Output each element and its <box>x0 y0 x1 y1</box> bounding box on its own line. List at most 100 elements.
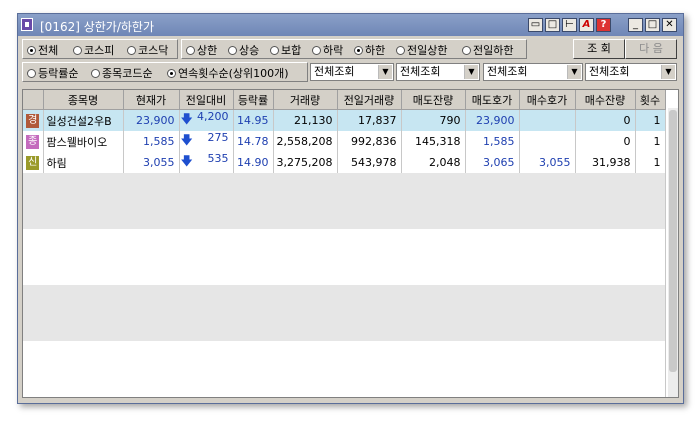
chevron-down-icon: ▼ <box>378 65 392 79</box>
radio-label: 코스피 <box>84 44 115 57</box>
ask-price-cell: 1,585 <box>465 131 520 152</box>
layout-icon[interactable]: ▭ <box>528 18 543 32</box>
radio-dot <box>27 45 36 55</box>
radio-type-lower[interactable]: 하한 <box>354 43 385 57</box>
table-row[interactable]: 신 하림 3,055 🡇 535 14.90 3,275,208 543,978 … <box>23 152 666 173</box>
empty-row <box>23 285 666 341</box>
help-icon[interactable]: ? <box>596 18 611 32</box>
empty-cell <box>23 341 666 397</box>
column-header[interactable] <box>23 90 44 110</box>
column-header[interactable]: 종목명 <box>43 90 124 110</box>
column-header[interactable]: 전일대비 <box>179 90 234 110</box>
column-header[interactable]: 현재가 <box>123 90 180 110</box>
down-arrow-icon: 🡇 <box>180 154 193 168</box>
ask-qty-cell: 790 <box>401 109 466 131</box>
radio-sort-consecutive[interactable]: 연속횟수순(상위100개) <box>167 66 289 80</box>
radio-type-prev-upper[interactable]: 전일상한 <box>396 43 447 57</box>
maximize-icon[interactable]: □ <box>645 18 660 32</box>
radio-market-kosdaq[interactable]: 코스닥 <box>127 43 168 57</box>
scrollbar-thumb[interactable] <box>669 110 677 372</box>
bid-price-cell <box>519 131 576 152</box>
table-row[interactable]: 경 일성건설2우B 23,900 🡇 4,200 14.95 21,130 17,… <box>23 109 666 131</box>
radio-dot <box>27 68 36 78</box>
count-cell: 1 <box>635 109 666 131</box>
table-row[interactable]: 종 팜스웰바이오 1,585 🡇 275 14.78 2,558,208 992,… <box>23 131 666 152</box>
ask-qty-cell: 145,318 <box>401 131 466 152</box>
column-header[interactable]: 전일거래량 <box>337 90 402 110</box>
prev-volume-cell: 17,837 <box>337 109 402 131</box>
badge: 경 <box>26 114 40 128</box>
radio-market-all[interactable]: 전체 <box>27 43 58 57</box>
vertical-scrollbar[interactable] <box>668 108 678 397</box>
count-cell: 1 <box>635 152 666 173</box>
font-icon[interactable]: A <box>579 18 594 32</box>
chevron-down-icon: ▼ <box>464 65 478 79</box>
query-button[interactable]: 조 회 <box>573 39 625 59</box>
empty-row <box>23 173 666 229</box>
rate-cell: 14.78 <box>233 131 274 152</box>
current-price: 1,585 <box>123 131 180 152</box>
empty-cell <box>23 173 666 229</box>
bid-qty-cell: 31,938 <box>575 152 636 173</box>
radio-type-prev-lower[interactable]: 전일하한 <box>462 43 513 57</box>
radio-dot <box>186 45 195 55</box>
title-bar[interactable]: [0162] 상한가/하한가 ▭ □ ⊢ A ? _ □ ✕ <box>18 14 683 36</box>
next-button[interactable]: 다 음 <box>625 39 677 59</box>
radio-dot <box>462 45 471 55</box>
window-title: [0162] 상한가/하한가 <box>40 20 155 34</box>
current-price: 3,055 <box>123 152 180 173</box>
radio-label: 하락 <box>323 44 344 57</box>
current-price: 23,900 <box>123 109 180 131</box>
stock-name: 팜스웰바이오 <box>43 131 124 152</box>
chevron-down-icon: ▼ <box>567 65 581 79</box>
column-header[interactable]: 매수잔량 <box>575 90 636 110</box>
column-header[interactable]: 등락률 <box>233 90 274 110</box>
column-header[interactable]: 매도호가 <box>465 90 520 110</box>
prev-volume-cell: 992,836 <box>337 131 402 152</box>
radio-label: 등락률순 <box>38 67 79 80</box>
radio-type-upper[interactable]: 상한 <box>186 43 217 57</box>
count-cell: 1 <box>635 131 666 152</box>
radio-sort-rate[interactable]: 등락률순 <box>27 66 78 80</box>
dropdown-value: 전체조회 <box>589 65 630 78</box>
radio-label: 하한 <box>365 44 386 57</box>
stock-name: 하림 <box>43 152 124 173</box>
window-icon[interactable]: □ <box>545 18 560 32</box>
column-header[interactable]: 매도잔량 <box>401 90 466 110</box>
change-value: 4,200 <box>197 110 229 123</box>
radio-type-flat[interactable]: 보합 <box>270 43 301 57</box>
empty-cell <box>23 229 666 285</box>
change-cell: 🡇 535 <box>179 152 234 173</box>
column-header[interactable]: 거래량 <box>273 90 338 110</box>
header-row: 종목명 현재가 전일대비 등락률 거래량 전일거래량 매도잔량 매도호가 매수호… <box>23 90 666 110</box>
filter-dropdown-1[interactable]: 전체조회 ▼ <box>310 63 394 81</box>
volume-cell: 2,558,208 <box>273 131 338 152</box>
badge-cell: 신 <box>23 152 44 173</box>
column-header[interactable]: 횟수 <box>635 90 666 110</box>
radio-label: 코스닥 <box>138 44 169 57</box>
dropdown-value: 전체조회 <box>400 65 441 78</box>
column-header[interactable]: 매수호가 <box>519 90 576 110</box>
filter-dropdown-3[interactable]: 전체조회 ▼ <box>483 63 583 81</box>
pin-icon[interactable]: ⊢ <box>562 18 577 32</box>
radio-label: 상한 <box>197 44 218 57</box>
chevron-down-icon: ▼ <box>661 65 675 79</box>
results-table: 종목명 현재가 전일대비 등락률 거래량 전일거래량 매도잔량 매도호가 매수호… <box>23 90 666 397</box>
radio-market-kospi[interactable]: 코스피 <box>73 43 114 57</box>
radio-type-fall[interactable]: 하락 <box>312 43 343 57</box>
ask-price-cell: 23,900 <box>465 109 520 131</box>
radio-type-rise[interactable]: 상승 <box>228 43 259 57</box>
prev-volume-cell: 543,978 <box>337 152 402 173</box>
radio-sort-code[interactable]: 종목코드순 <box>91 66 153 80</box>
ask-price-cell: 3,065 <box>465 152 520 173</box>
dropdown-value: 전체조회 <box>487 65 528 78</box>
bid-qty-cell: 0 <box>575 131 636 152</box>
change-cell: 🡇 4,200 <box>179 109 234 131</box>
filter-dropdown-4[interactable]: 전체조회 ▼ <box>585 63 677 81</box>
badge: 신 <box>26 156 40 170</box>
minimize-icon[interactable]: _ <box>628 18 643 32</box>
stock-name: 일성건설2우B <box>43 109 124 131</box>
close-icon[interactable]: ✕ <box>662 18 677 32</box>
filter-dropdown-2[interactable]: 전체조회 ▼ <box>396 63 480 81</box>
app-icon[interactable] <box>21 18 33 31</box>
